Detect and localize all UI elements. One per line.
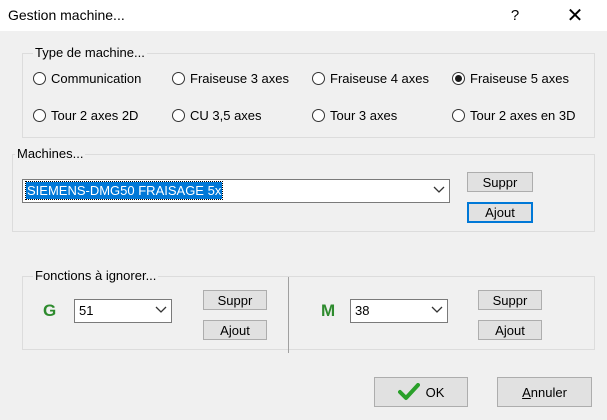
machine-delete-button[interactable]: Suppr (467, 172, 533, 192)
radio-circle (33, 109, 46, 122)
cancel-button[interactable]: Annuler (497, 377, 592, 407)
ok-label: OK (425, 384, 445, 400)
help-icon: ? (510, 7, 520, 24)
radio-tour-3-axes[interactable]: Tour 3 axes (312, 108, 397, 123)
radio-label: Fraiseuse 4 axes (330, 71, 429, 86)
g-code-label: G (43, 301, 57, 320)
help-button[interactable]: ? (492, 0, 538, 31)
radio-fraiseuse-4-axes[interactable]: Fraiseuse 4 axes (312, 71, 429, 86)
machine-combo-value: SIEMENS-DMG50 FRAISAGE 5x (24, 181, 224, 200)
radio-circle-checked (452, 72, 465, 85)
radio-circle (33, 72, 46, 85)
radio-label: Fraiseuse 5 axes (470, 71, 569, 86)
machines-group: Machines... SIEMENS-DMG50 FRAISAGE 5x Su… (12, 146, 595, 232)
close-button[interactable]: ✕ (552, 0, 598, 31)
chevron-down-icon (433, 186, 445, 193)
button-label: Ajout (485, 205, 515, 220)
radio-label: Tour 3 axes (330, 108, 398, 123)
radio-circle (452, 109, 465, 122)
radio-label: Tour 2 axes 2D (51, 108, 139, 123)
radio-label: Fraiseuse 3 axes (190, 71, 289, 86)
chevron-down-icon (155, 306, 167, 313)
machine-add-button[interactable]: Ajout (467, 202, 533, 223)
title-bar: Gestion machine... ? ✕ (0, 0, 607, 31)
machine-type-legend: Type de machine... (33, 45, 147, 60)
cancel-label: Annuler (522, 384, 567, 400)
m-code-combo[interactable]: 38 (350, 299, 448, 323)
machine-type-group: Type de machine... Communication Fraiseu… (22, 45, 595, 138)
radio-tour-2-axes-en-3d[interactable]: Tour 2 axes en 3D (452, 108, 576, 123)
radio-label: Tour 2 axes en 3D (470, 108, 576, 123)
button-label: Suppr (217, 292, 253, 308)
g-code-delete-button[interactable]: Suppr (203, 290, 267, 310)
ok-button[interactable]: OK (374, 377, 468, 407)
chevron-down-icon (431, 306, 443, 313)
radio-circle (172, 72, 185, 85)
radio-label: Communication (51, 71, 142, 86)
machines-legend: Machines... (15, 146, 86, 161)
radio-fraiseuse-3-axes[interactable]: Fraiseuse 3 axes (172, 71, 289, 86)
machine-combo[interactable]: SIEMENS-DMG50 FRAISAGE 5x (22, 179, 450, 203)
m-code-delete-button[interactable]: Suppr (478, 290, 542, 310)
g-code-value: 51 (79, 303, 94, 318)
m-code-add-button[interactable]: Ajout (478, 320, 542, 340)
radio-cu-3-5-axes[interactable]: CU 3,5 axes (172, 108, 262, 123)
radio-label: CU 3,5 axes (190, 108, 262, 123)
button-label: Ajout (495, 322, 525, 338)
radio-circle (312, 72, 325, 85)
button-label: Ajout (220, 322, 250, 338)
radio-circle (312, 109, 325, 122)
button-label: Suppr (492, 292, 528, 308)
close-icon: ✕ (566, 5, 584, 27)
group-divider (288, 277, 289, 353)
radio-tour-2-axes-2d[interactable]: Tour 2 axes 2D (33, 108, 138, 123)
radio-fraiseuse-5-axes[interactable]: Fraiseuse 5 axes (452, 71, 569, 86)
g-code-add-button[interactable]: Ajout (203, 320, 267, 340)
checkmark-icon (397, 383, 420, 400)
radio-communication[interactable]: Communication (33, 71, 141, 86)
radio-circle (172, 109, 185, 122)
g-code-combo[interactable]: 51 (74, 299, 172, 323)
window-title: Gestion machine... (8, 7, 125, 23)
ignore-functions-legend: Fonctions à ignorer... (33, 268, 159, 283)
m-code-value: 38 (355, 303, 370, 318)
button-label: Suppr (482, 174, 518, 190)
m-code-label: M (321, 301, 336, 320)
ignore-functions-group: Fonctions à ignorer... G 51 Suppr Ajout … (22, 268, 595, 353)
